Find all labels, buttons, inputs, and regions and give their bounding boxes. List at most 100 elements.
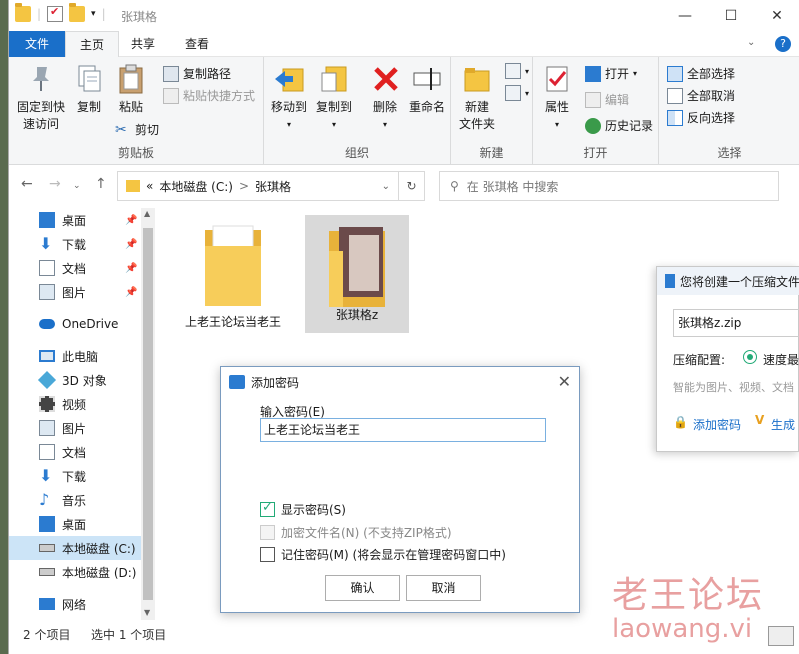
nav-item-drive-d[interactable]: 本地磁盘 (D:) <box>9 560 149 584</box>
nav-item-this-pc[interactable]: 此电脑 <box>9 344 149 368</box>
nav-item-documents[interactable]: 文档 <box>9 440 149 464</box>
nav-item-downloads-quick[interactable]: ⬇ 下载 📌 <box>9 232 149 256</box>
view-toggle-icon[interactable] <box>768 626 794 646</box>
checkbox[interactable] <box>260 547 275 562</box>
drive-icon <box>39 544 55 552</box>
encrypt-filenames-checkbox[interactable]: 加密文件名(N) (不支持ZIP格式) <box>260 524 452 541</box>
pin-quick-access-button[interactable]: 固定到快速访问 <box>15 63 67 133</box>
watermark-url: laowang.vi <box>612 614 753 644</box>
pin-icon[interactable]: 📌 <box>125 215 137 226</box>
nav-item-pictures-quick[interactable]: 图片 📌 <box>9 280 149 304</box>
folder-item[interactable]: 上老王论坛当老王 <box>185 220 281 330</box>
compression-config-label: 压缩配置: <box>673 353 726 367</box>
folder-icon <box>15 3 31 22</box>
properties-button[interactable]: 属性 ▾ <box>539 63 575 133</box>
collapse-ribbon-icon[interactable]: ⌄ <box>747 37 755 48</box>
search-input[interactable]: ⚲ 在 张琪格 中搜索 <box>439 171 779 201</box>
paste-shortcut-button[interactable]: 粘贴快捷方式 <box>163 87 255 104</box>
new-item-button[interactable]: ▾ <box>505 63 529 79</box>
chevron-down-icon[interactable]: ⌄ <box>382 181 390 192</box>
nav-item-desktop[interactable]: 桌面 <box>9 512 149 536</box>
scroll-up-icon[interactable]: ▲ <box>144 209 150 218</box>
nav-item-music[interactable]: ♪ 音乐 <box>9 488 149 512</box>
nav-item-videos[interactable]: 视频 <box>9 392 149 416</box>
address-bar[interactable]: « 本地磁盘 (C:) > 张琪格 ⌄ <box>117 171 399 201</box>
confirm-button[interactable]: 确认 <box>325 575 400 601</box>
new-folder-button[interactable]: 新建 文件夹 <box>457 63 497 133</box>
pin-icon[interactable]: 📌 <box>125 239 137 250</box>
maximize-button[interactable]: ☐ <box>708 0 754 31</box>
select-all-icon <box>667 65 683 82</box>
recent-locations-icon[interactable]: ⌄ <box>73 181 81 191</box>
checkbox-disabled[interactable] <box>260 525 275 540</box>
show-password-checkbox[interactable]: 显示密码(S) <box>260 500 346 518</box>
easy-access-button[interactable]: ▾ <box>505 85 529 101</box>
copy-button[interactable]: 复制 <box>73 63 105 116</box>
tab-home[interactable]: 主页 <box>65 31 120 58</box>
password-input[interactable]: 上老王论坛当老王 <box>260 418 546 442</box>
pin-icon[interactable]: 📌 <box>125 263 137 274</box>
cloud-icon <box>39 319 55 329</box>
checkbox-checked[interactable] <box>260 500 275 517</box>
rename-button[interactable]: 重命名 <box>408 63 446 116</box>
cut-button[interactable]: ✂ 剪切 <box>115 121 159 138</box>
remember-password-checkbox[interactable]: 记住密码(M) (将会显示在管理密码窗口中) <box>260 546 506 563</box>
nav-item-network[interactable]: 网络 <box>9 592 149 616</box>
move-to-button[interactable]: 移动到 ▾ <box>270 63 308 133</box>
nav-item-drive-c[interactable]: 本地磁盘 (C:) <box>9 536 149 560</box>
help-icon[interactable]: ? <box>775 36 791 52</box>
radio-selected[interactable] <box>743 350 757 364</box>
easy-access-icon <box>505 85 521 101</box>
folder-icon <box>325 221 389 307</box>
cancel-button[interactable]: 取消 <box>406 575 481 601</box>
history-icon <box>585 117 601 134</box>
new-group: 新建 文件夹 ▾ ▾ 新建 <box>451 57 533 165</box>
tab-view[interactable]: 查看 <box>171 31 223 57</box>
window-title: 张琪格 <box>121 10 158 24</box>
up-arrow-icon[interactable]: ↑ <box>95 176 107 192</box>
copy-to-button[interactable]: 复制到 ▾ <box>314 63 354 133</box>
close-button[interactable]: ✕ <box>754 0 799 31</box>
zip-hint: 智能为图片、视频、文档 <box>673 381 794 394</box>
folder-item-selected[interactable]: 张琪格z <box>305 215 409 333</box>
item-count: 2 个项目 <box>23 627 71 642</box>
back-arrow-icon[interactable]: ← <box>21 176 33 192</box>
nav-item-documents-quick[interactable]: 文档 📌 <box>9 256 149 280</box>
paste-button[interactable]: 粘贴 <box>113 63 149 116</box>
tab-share[interactable]: 共享 <box>117 31 169 57</box>
select-none-button[interactable]: 全部取消 <box>667 87 735 104</box>
nav-item-downloads[interactable]: ⬇ 下载 <box>9 464 149 488</box>
pin-icon[interactable]: 📌 <box>125 287 137 298</box>
nav-item-3d-objects[interactable]: 3D 对象 <box>9 368 149 392</box>
delete-button[interactable]: 删除 ▾ <box>370 63 400 133</box>
nav-item-desktop-quick[interactable]: 桌面 📌 <box>9 208 149 232</box>
close-icon[interactable]: ✕ <box>558 372 571 391</box>
folder-name: 上老王论坛当老王 <box>185 315 282 329</box>
nav-item-onedrive[interactable]: OneDrive <box>9 312 149 336</box>
nav-scrollbar-thumb[interactable] <box>143 228 153 600</box>
edit-button[interactable]: 编辑 <box>585 91 629 108</box>
add-password-link[interactable]: 添加密码 <box>693 416 741 433</box>
selected-count: 选中 1 个项目 <box>91 627 167 642</box>
nav-item-pictures[interactable]: 图片 <box>9 416 149 440</box>
document-icon <box>39 260 55 276</box>
tab-file[interactable]: 文件 <box>9 31 65 57</box>
history-button[interactable]: 历史记录 <box>585 117 653 134</box>
scroll-down-icon[interactable]: ▼ <box>144 608 150 617</box>
folder-icon <box>126 180 140 192</box>
music-icon: ♪ <box>39 490 50 509</box>
generate-link[interactable]: 生成 <box>771 416 795 433</box>
new-folder-icon[interactable] <box>69 3 86 22</box>
forward-arrow-icon[interactable]: → <box>49 176 61 192</box>
invert-selection-button[interactable]: 反向选择 <box>667 109 735 126</box>
properties-icon[interactable] <box>47 5 64 22</box>
customize-qat-icon[interactable]: ▾ <box>91 9 96 19</box>
copy-path-button[interactable]: 复制路径 <box>163 65 231 82</box>
select-all-button[interactable]: 全部选择 <box>667 65 735 82</box>
zip-filename-input[interactable]: 张琪格z.zip <box>673 309 799 337</box>
breadcrumb-drive[interactable]: 本地磁盘 (C:) <box>159 178 233 195</box>
breadcrumb-folder[interactable]: 张琪格 <box>255 178 291 195</box>
refresh-button[interactable]: ↻ <box>399 171 425 201</box>
minimize-button[interactable]: — <box>662 0 708 31</box>
open-button[interactable]: 打开 ▾ <box>585 65 637 82</box>
